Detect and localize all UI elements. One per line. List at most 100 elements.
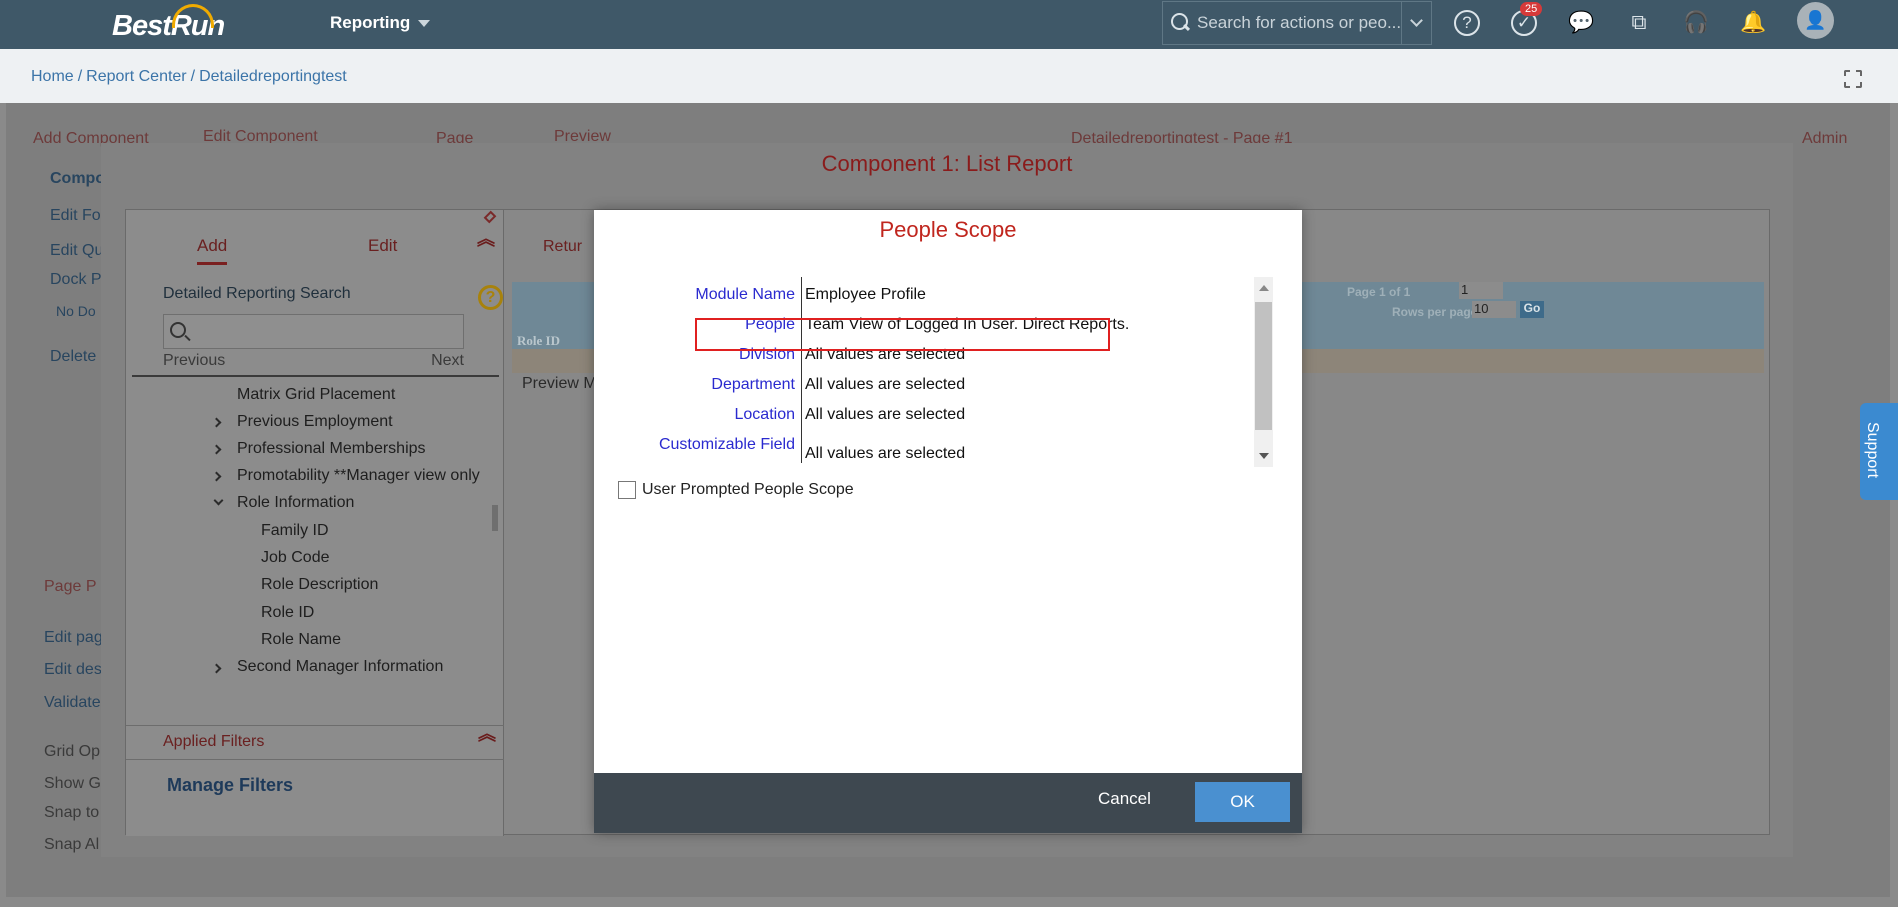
delete-link: Delete: [50, 348, 97, 365]
validate-link: Validate: [44, 694, 101, 711]
shell-bar: BestRun Reporting Search for actions or …: [0, 0, 1898, 49]
chevron-right-icon[interactable]: [211, 471, 222, 482]
tab-add[interactable]: Add: [197, 236, 228, 265]
tree-leaf[interactable]: Family ID: [261, 522, 329, 540]
scope-row-module: Module Name Employee Profile: [621, 286, 1233, 316]
applied-filters-bar[interactable]: Applied Filters ︽: [126, 725, 504, 760]
field-tree: Matrix Grid Placement Previous Employmen…: [126, 378, 498, 730]
tree-item[interactable]: Role Information: [237, 494, 354, 512]
role-id-column-header[interactable]: Role ID: [517, 333, 560, 349]
logo-cloud-icon: [172, 4, 214, 28]
cancel-button[interactable]: Cancel: [1098, 789, 1151, 809]
dialog-title: Component 1: List Report: [821, 151, 1073, 176]
dock-select: No Do: [56, 303, 96, 319]
tree-leaf[interactable]: Role ID: [261, 604, 314, 622]
scope-scrollbar[interactable]: [1254, 277, 1273, 467]
chevron-down-icon: [1410, 14, 1423, 27]
breadcrumb-report-center[interactable]: Report Center: [86, 68, 187, 85]
snap-all-option: Snap Al: [44, 836, 100, 853]
user-avatar-icon[interactable]: 👤: [1797, 2, 1834, 39]
user-prompted-checkbox[interactable]: [618, 481, 636, 499]
scroll-up-arrow-icon[interactable]: [1259, 285, 1269, 291]
expand-double-chevron-icon[interactable]: ︽: [478, 725, 496, 743]
notification-count-badge: 25: [1520, 2, 1543, 16]
scroll-down-arrow-icon[interactable]: [1259, 453, 1269, 459]
previous-link[interactable]: Previous: [163, 352, 225, 369]
collapse-double-chevron-icon[interactable]: ︽: [477, 230, 495, 248]
applied-filters-label: Applied Filters: [163, 733, 265, 750]
ok-button[interactable]: OK: [1195, 782, 1290, 822]
location-label[interactable]: Location: [621, 406, 796, 424]
chevron-right-icon[interactable]: [211, 417, 222, 428]
breadcrumb-home[interactable]: Home: [31, 68, 74, 85]
page-properties-heading: Page P: [44, 578, 97, 595]
user-prompted-label[interactable]: User Prompted People Scope: [642, 481, 854, 499]
admin-link: Admin: [1802, 130, 1848, 147]
dock-label: Dock P: [50, 271, 102, 288]
company-logo[interactable]: BestRun: [112, 4, 225, 43]
rows-per-page-label: Rows per page:: [1392, 305, 1482, 319]
page-number-input[interactable]: 1: [1459, 282, 1503, 299]
scope-row-location: Location All values are selected: [621, 406, 1233, 436]
breadcrumb: Home / Report Center / Detailedreportingtest: [0, 49, 1898, 103]
scope-table: Module Name Employee Profile People Team V…: [621, 277, 1233, 463]
edit-page-link: Edit pag: [44, 629, 103, 646]
search-input[interactable]: Search for actions or peo...: [1197, 13, 1401, 33]
module-name-label[interactable]: Module Name: [621, 286, 795, 304]
snap-to-option: Snap to: [44, 804, 100, 821]
manage-filters-link[interactable]: Manage Filters: [167, 775, 293, 796]
help-circle-icon[interactable]: ?: [478, 285, 503, 310]
app-menu-label: Reporting: [330, 13, 411, 32]
search-scope-dropdown[interactable]: [1401, 2, 1431, 44]
app-menu[interactable]: Reporting: [330, 13, 431, 33]
search-icon: [1171, 13, 1191, 33]
tree-item[interactable]: Previous Employment: [237, 413, 393, 431]
edit-description-link: Edit des: [44, 661, 102, 678]
people-scope-title: People Scope: [879, 217, 1017, 242]
dialog-footer: Cancel OK: [594, 773, 1302, 833]
tree-leaf[interactable]: Role Name: [261, 631, 341, 649]
component-heading: Compo: [50, 170, 106, 187]
bell-icon[interactable]: 🔔: [1740, 10, 1766, 36]
next-link[interactable]: Next: [431, 352, 464, 370]
department-label[interactable]: Department: [621, 376, 795, 394]
support-tab[interactable]: Support: [1860, 403, 1898, 500]
tree-scrollbar-thumb[interactable]: [492, 505, 498, 531]
tree-leaf[interactable]: Role Description: [261, 576, 378, 594]
chevron-right-icon[interactable]: [211, 663, 222, 674]
tree-item[interactable]: Second Manager Information: [237, 658, 443, 676]
scope-row-custom-field: Customizable Field All values are selecte…: [621, 436, 1233, 463]
scope-row-department: Department All values are selected: [621, 376, 1233, 406]
scrollbar-thumb[interactable]: [1255, 302, 1272, 430]
caret-down-icon: [418, 19, 431, 27]
feedback-chat-icon[interactable]: 💬: [1568, 10, 1594, 36]
headset-icon[interactable]: 🎧: [1683, 10, 1709, 36]
field-search-input[interactable]: [163, 314, 464, 349]
edit-query-link: Edit Qu: [50, 242, 104, 259]
tree-item[interactable]: Professional Memberships: [237, 440, 426, 458]
global-search[interactable]: Search for actions or peo...: [1162, 1, 1432, 45]
show-grid-option: Show G: [44, 775, 101, 792]
help-icon[interactable]: ?: [1454, 10, 1480, 36]
module-name-value: Employee Profile: [805, 286, 926, 303]
fullscreen-expand-icon[interactable]: [1844, 70, 1862, 88]
breadcrumb-current[interactable]: Detailedreportingtest: [199, 68, 347, 85]
pin-icon[interactable]: [483, 210, 497, 224]
support-label: Support: [1864, 421, 1882, 479]
directory-icon[interactable]: ⧉: [1626, 10, 1652, 36]
rows-per-page-input[interactable]: 10: [1472, 301, 1516, 318]
edit-format-link: Edit Fo: [50, 207, 101, 224]
location-value: All values are selected: [805, 406, 966, 423]
tree-item[interactable]: Matrix Grid Placement: [237, 386, 395, 404]
preview-mode-label: Preview M: [522, 375, 597, 392]
chevron-down-icon[interactable]: [213, 495, 224, 506]
tree-leaf[interactable]: Job Code: [261, 549, 330, 567]
customizable-field-value: All values are selected: [805, 445, 966, 462]
go-button[interactable]: Go: [1520, 301, 1544, 318]
customizable-field-label[interactable]: Customizable Field: [621, 436, 795, 454]
tree-item[interactable]: Promotability **Manager view only: [237, 467, 480, 485]
search-pager: Previous Next: [163, 352, 464, 370]
return-link[interactable]: Retur: [543, 238, 582, 256]
chevron-right-icon[interactable]: [211, 444, 222, 455]
tab-edit[interactable]: Edit: [368, 236, 397, 256]
